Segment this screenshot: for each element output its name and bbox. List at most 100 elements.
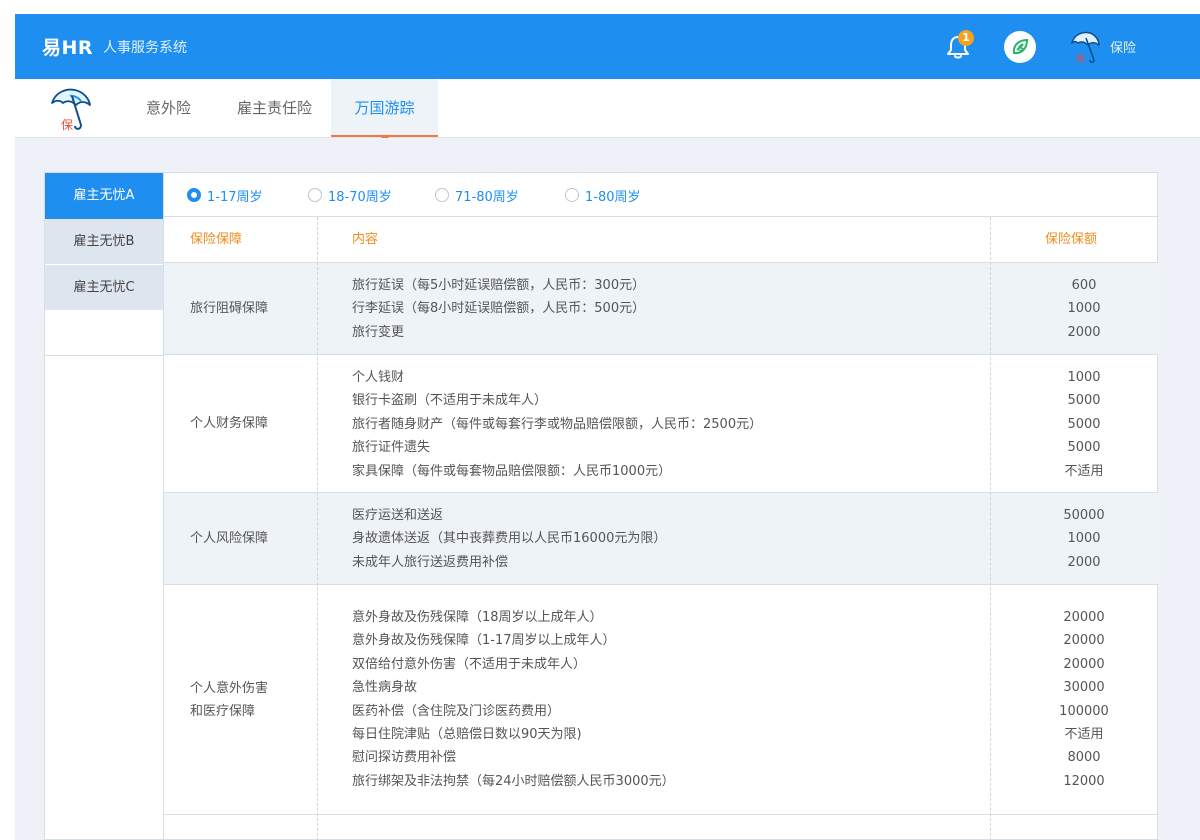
sidebar-divider-line — [45, 355, 163, 356]
coverage-item: 家具保障（每件或每套物品赔偿限额：人民币1000元） — [352, 463, 672, 479]
coverage-item: 每日住院津贴（总赔偿日数以90天为限) — [352, 726, 582, 742]
logo-badge-text: 保 — [61, 118, 73, 132]
age-option-18-70[interactable]: 18-70周岁 — [308, 173, 392, 217]
section-values: 600 1000 2000 — [1024, 274, 1144, 344]
plan-detail-panel: 雇主无忧A 雇主无忧B 雇主无忧C 1-17周岁 18-70周岁 71-80周岁… — [44, 172, 1158, 840]
radio-unselected-icon — [308, 188, 322, 202]
umbrella-badge-text: 保 — [1076, 53, 1085, 65]
coverage-item: 医疗运送和送返 — [352, 508, 444, 523]
table-row: 个人意外伤害 和医疗保障 意外身故及伤残保障（18周岁以上成年人） 意外身故及伤… — [164, 585, 1158, 815]
notification-badge: 1 — [957, 29, 974, 46]
section-values: 1000 5000 5000 5000 不适用 — [1024, 366, 1144, 483]
coverage-item: 身故遗体送返（其中丧葬费用以人民币16000元为限） — [352, 531, 667, 547]
section-title-line: 个人意外伤害 — [190, 681, 269, 696]
coverage-amount: 5000 — [1067, 393, 1101, 409]
coverage-amount: 2000 — [1067, 324, 1101, 340]
coverage-item: 双倍给付意外伤害（不适用于未成年人） — [352, 656, 587, 672]
table-row: 个人风险保障 医疗运送和送返 身故遗体送返（其中丧葬费用以人民币16000元为限… — [164, 493, 1158, 585]
coverage-amount: 不适用 — [1064, 726, 1104, 742]
leaf-money-icon: $ — [1012, 38, 1028, 54]
app-subtitle: 人事服务系统 — [103, 39, 188, 56]
coverage-item: 旅行绑架及非法拘禁（每24小时赔偿额人民币3000元） — [352, 773, 675, 789]
radio-selected-icon — [187, 188, 201, 202]
table-row: 旅行阻碍保障 旅行延误（每5小时延误赔偿额，人民币：300元） 行李延误（每8小… — [164, 263, 1158, 355]
coverage-amount: 1000 — [1067, 531, 1101, 547]
notification-button[interactable]: 1 — [944, 29, 974, 61]
coverage-item: 意外身故及伤残保障（18周岁以上成年人） — [352, 610, 603, 625]
tab-world-travel[interactable]: 万国游踪 — [331, 79, 438, 142]
top-bar: 易HR 人事服务系统 1 $ 保 保险 — [15, 14, 1200, 79]
section-items: 医疗运送和送返 身故遗体送返（其中丧葬费用以人民币16000元为限） 未成年人旅… — [352, 504, 992, 574]
plan-item-c[interactable]: 雇主无忧C — [45, 265, 163, 311]
tab-world-travel-label: 万国游踪 — [354, 99, 415, 117]
age-option-label: 71-80周岁 — [455, 189, 519, 205]
coverage-amount: 5000 — [1067, 440, 1101, 456]
product-tab-bar: 保 意外险 雇主责任险 万国游踪 — [15, 79, 1200, 142]
app-logo[interactable]: 易HR — [42, 33, 93, 60]
section-title-line: 个人风险保障 — [190, 531, 269, 546]
coverage-item: 医药补偿（含住院及门诊医药费用） — [352, 703, 561, 719]
section-title-line: 旅行阻碍保障 — [190, 301, 269, 316]
table-row: 个人财务保障 个人钱财 银行卡盗刷（不适用于未成年人） 旅行者随身财产（每件或每… — [164, 355, 1158, 493]
section-title-line: 和医疗保障 — [190, 704, 256, 719]
age-option-label: 18-70周岁 — [328, 189, 392, 205]
wallet-button[interactable]: $ — [1003, 30, 1036, 63]
coverage-amount: 100000 — [1059, 703, 1109, 719]
coverage-amount: 2000 — [1067, 554, 1101, 570]
section-items: 个人钱财 银行卡盗刷（不适用于未成年人） 旅行者随身财产（每件或每套行李或物品赔… — [352, 366, 992, 483]
svg-text:$: $ — [1018, 44, 1024, 54]
section-items: 意外身故及伤残保障（18周岁以上成年人） 意外身故及伤残保障（1-17周岁以上成… — [352, 606, 992, 793]
coverage-item: 个人钱财 — [352, 370, 405, 385]
user-name[interactable]: 保险 — [1110, 37, 1136, 56]
tab-accident-insurance[interactable]: 意外险 — [146, 79, 191, 137]
section-title: 个人财务保障 — [190, 412, 310, 435]
coverage-amount: 30000 — [1063, 680, 1105, 696]
plan-item-b[interactable]: 雇主无忧B — [45, 219, 163, 265]
coverage-amount: 8000 — [1067, 750, 1101, 766]
header-content: 内容 — [352, 232, 379, 247]
coverage-amount: 20000 — [1063, 610, 1105, 625]
coverage-item: 未成年人旅行送返费用补偿 — [352, 554, 509, 570]
coverage-item: 旅行变更 — [352, 324, 405, 340]
coverage-amount: 50000 — [1063, 508, 1105, 523]
coverage-amount: 20000 — [1063, 633, 1105, 649]
top-right-controls: 1 $ 保 保险 — [944, 29, 1136, 65]
age-option-1-80[interactable]: 1-80周岁 — [565, 173, 641, 217]
coverage-item: 急性病身故 — [352, 680, 418, 696]
coverage-item: 旅行证件遗失 — [352, 440, 431, 456]
plan-item-a[interactable]: 雇主无忧A — [45, 173, 163, 219]
section-title-line: 个人财务保障 — [190, 416, 269, 431]
section-values: 20000 20000 20000 30000 100000 不适用 8000 … — [1024, 606, 1144, 793]
section-items: 旅行延误（每5小时延误赔偿额，人民币：300元） 行李延误（每8小时延误赔偿额，… — [352, 274, 992, 344]
coverage-item: 旅行延误（每5小时延误赔偿额，人民币：300元） — [352, 278, 646, 293]
header-coverage: 保险保障 — [190, 232, 243, 247]
coverage-item: 旅行者随身财产（每件或每套行李或物品赔偿限额，人民币：2500元） — [352, 416, 763, 432]
coverage-item: 意外身故及伤残保障（1-17周岁以上成年人） — [352, 633, 616, 649]
column-divider — [317, 217, 318, 840]
coverage-item: 行李延误（每8小时延误赔偿额，人民币：500元） — [352, 301, 646, 317]
tab-employer-liability[interactable]: 雇主责任险 — [237, 79, 312, 137]
age-option-1-17[interactable]: 1-17周岁 — [187, 173, 263, 217]
coverage-amount: 1000 — [1067, 370, 1101, 385]
column-divider — [990, 217, 991, 840]
coverage-amount: 20000 — [1063, 656, 1105, 672]
umbrella-avatar-icon[interactable]: 保 — [1068, 29, 1102, 65]
coverage-table-header: 保险保障 内容 保险保额 — [164, 217, 1158, 263]
coverage-amount: 12000 — [1063, 773, 1105, 789]
section-title: 旅行阻碍保障 — [190, 297, 310, 320]
coverage-amount: 600 — [1071, 278, 1097, 293]
radio-unselected-icon — [565, 188, 579, 202]
coverage-item: 银行卡盗刷（不适用于未成年人） — [352, 393, 548, 409]
coverage-amount: 5000 — [1067, 416, 1101, 432]
section-title: 个人风险保障 — [190, 527, 310, 550]
coverage-amount: 不适用 — [1064, 463, 1104, 479]
age-option-label: 1-80周岁 — [585, 189, 641, 205]
section-title: 个人意外伤害 和医疗保障 — [190, 677, 310, 723]
section-values: 50000 1000 2000 — [1024, 504, 1144, 574]
radio-unselected-icon — [435, 188, 449, 202]
age-range-selector: 1-17周岁 18-70周岁 71-80周岁 1-80周岁 — [164, 173, 1158, 217]
age-option-label: 1-17周岁 — [207, 189, 263, 205]
coverage-amount: 1000 — [1067, 301, 1101, 317]
coverage-item: 慰问探访费用补偿 — [352, 750, 457, 766]
age-option-71-80[interactable]: 71-80周岁 — [435, 173, 519, 217]
